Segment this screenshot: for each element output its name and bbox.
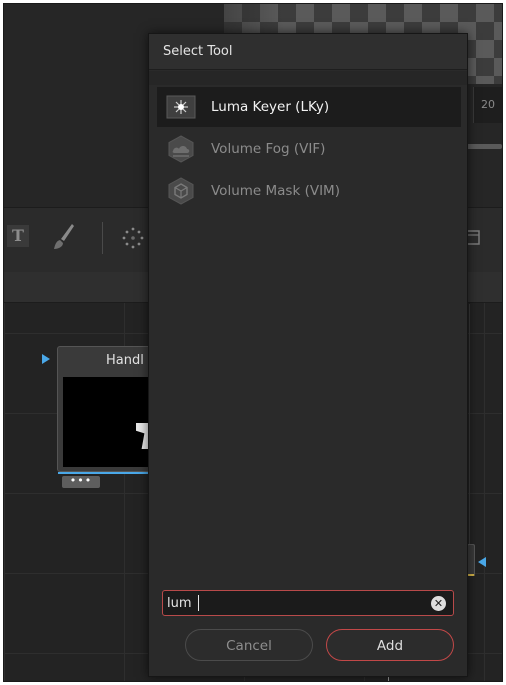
list-item-luma-keyer[interactable]: Luma Keyer (LKy) [157,87,461,127]
node-editor-edge [469,304,470,544]
node-title: Handl [106,353,144,368]
dialog-header-strip [149,71,467,85]
list-item-volume-fog[interactable]: Volume Fog (VIF) [157,129,461,169]
paint-brush-icon[interactable] [52,222,76,256]
output-node[interactable] [467,544,475,576]
add-button[interactable]: Add [326,629,454,661]
node-input-arrow-icon[interactable] [42,354,50,364]
search-field[interactable]: ✕ [162,590,454,616]
media-node[interactable]: Handl [57,346,157,474]
luma-keyer-icon [166,93,196,121]
text-caret [198,595,199,611]
search-input[interactable] [167,593,417,613]
list-item-label: Volume Fog (VIF) [211,141,326,157]
list-item-label: Luma Keyer (LKy) [211,99,330,115]
text-tool-button[interactable]: T [7,225,29,247]
particle-emitter-icon[interactable] [121,226,145,254]
clear-search-icon[interactable]: ✕ [431,596,446,611]
node-thumbnail [63,377,153,467]
volume-mask-icon [166,177,196,205]
frame-counter[interactable]: 20 [473,87,502,123]
volume-fog-icon [166,135,196,163]
dialog-title: Select Tool [149,34,467,70]
cancel-button[interactable]: Cancel [185,629,313,661]
timeline-bar[interactable] [462,144,502,149]
toolbar-divider [102,222,103,254]
list-item-volume-mask[interactable]: Volume Mask (VIM) [157,171,461,211]
node-output-arrow-icon[interactable] [478,557,486,567]
select-tool-dialog: Select Tool Luma Keyer (LKy) Volume Fog … [148,33,468,677]
node-options-handle[interactable]: ••• [62,475,100,488]
list-item-label: Volume Mask (VIM) [211,183,340,199]
tool-list: Luma Keyer (LKy) Volume Fog (VIF) Volume… [149,86,467,566]
fusion-editor: 20 T Handl ••• Select Tool Luma Keyer (L… [3,3,503,682]
